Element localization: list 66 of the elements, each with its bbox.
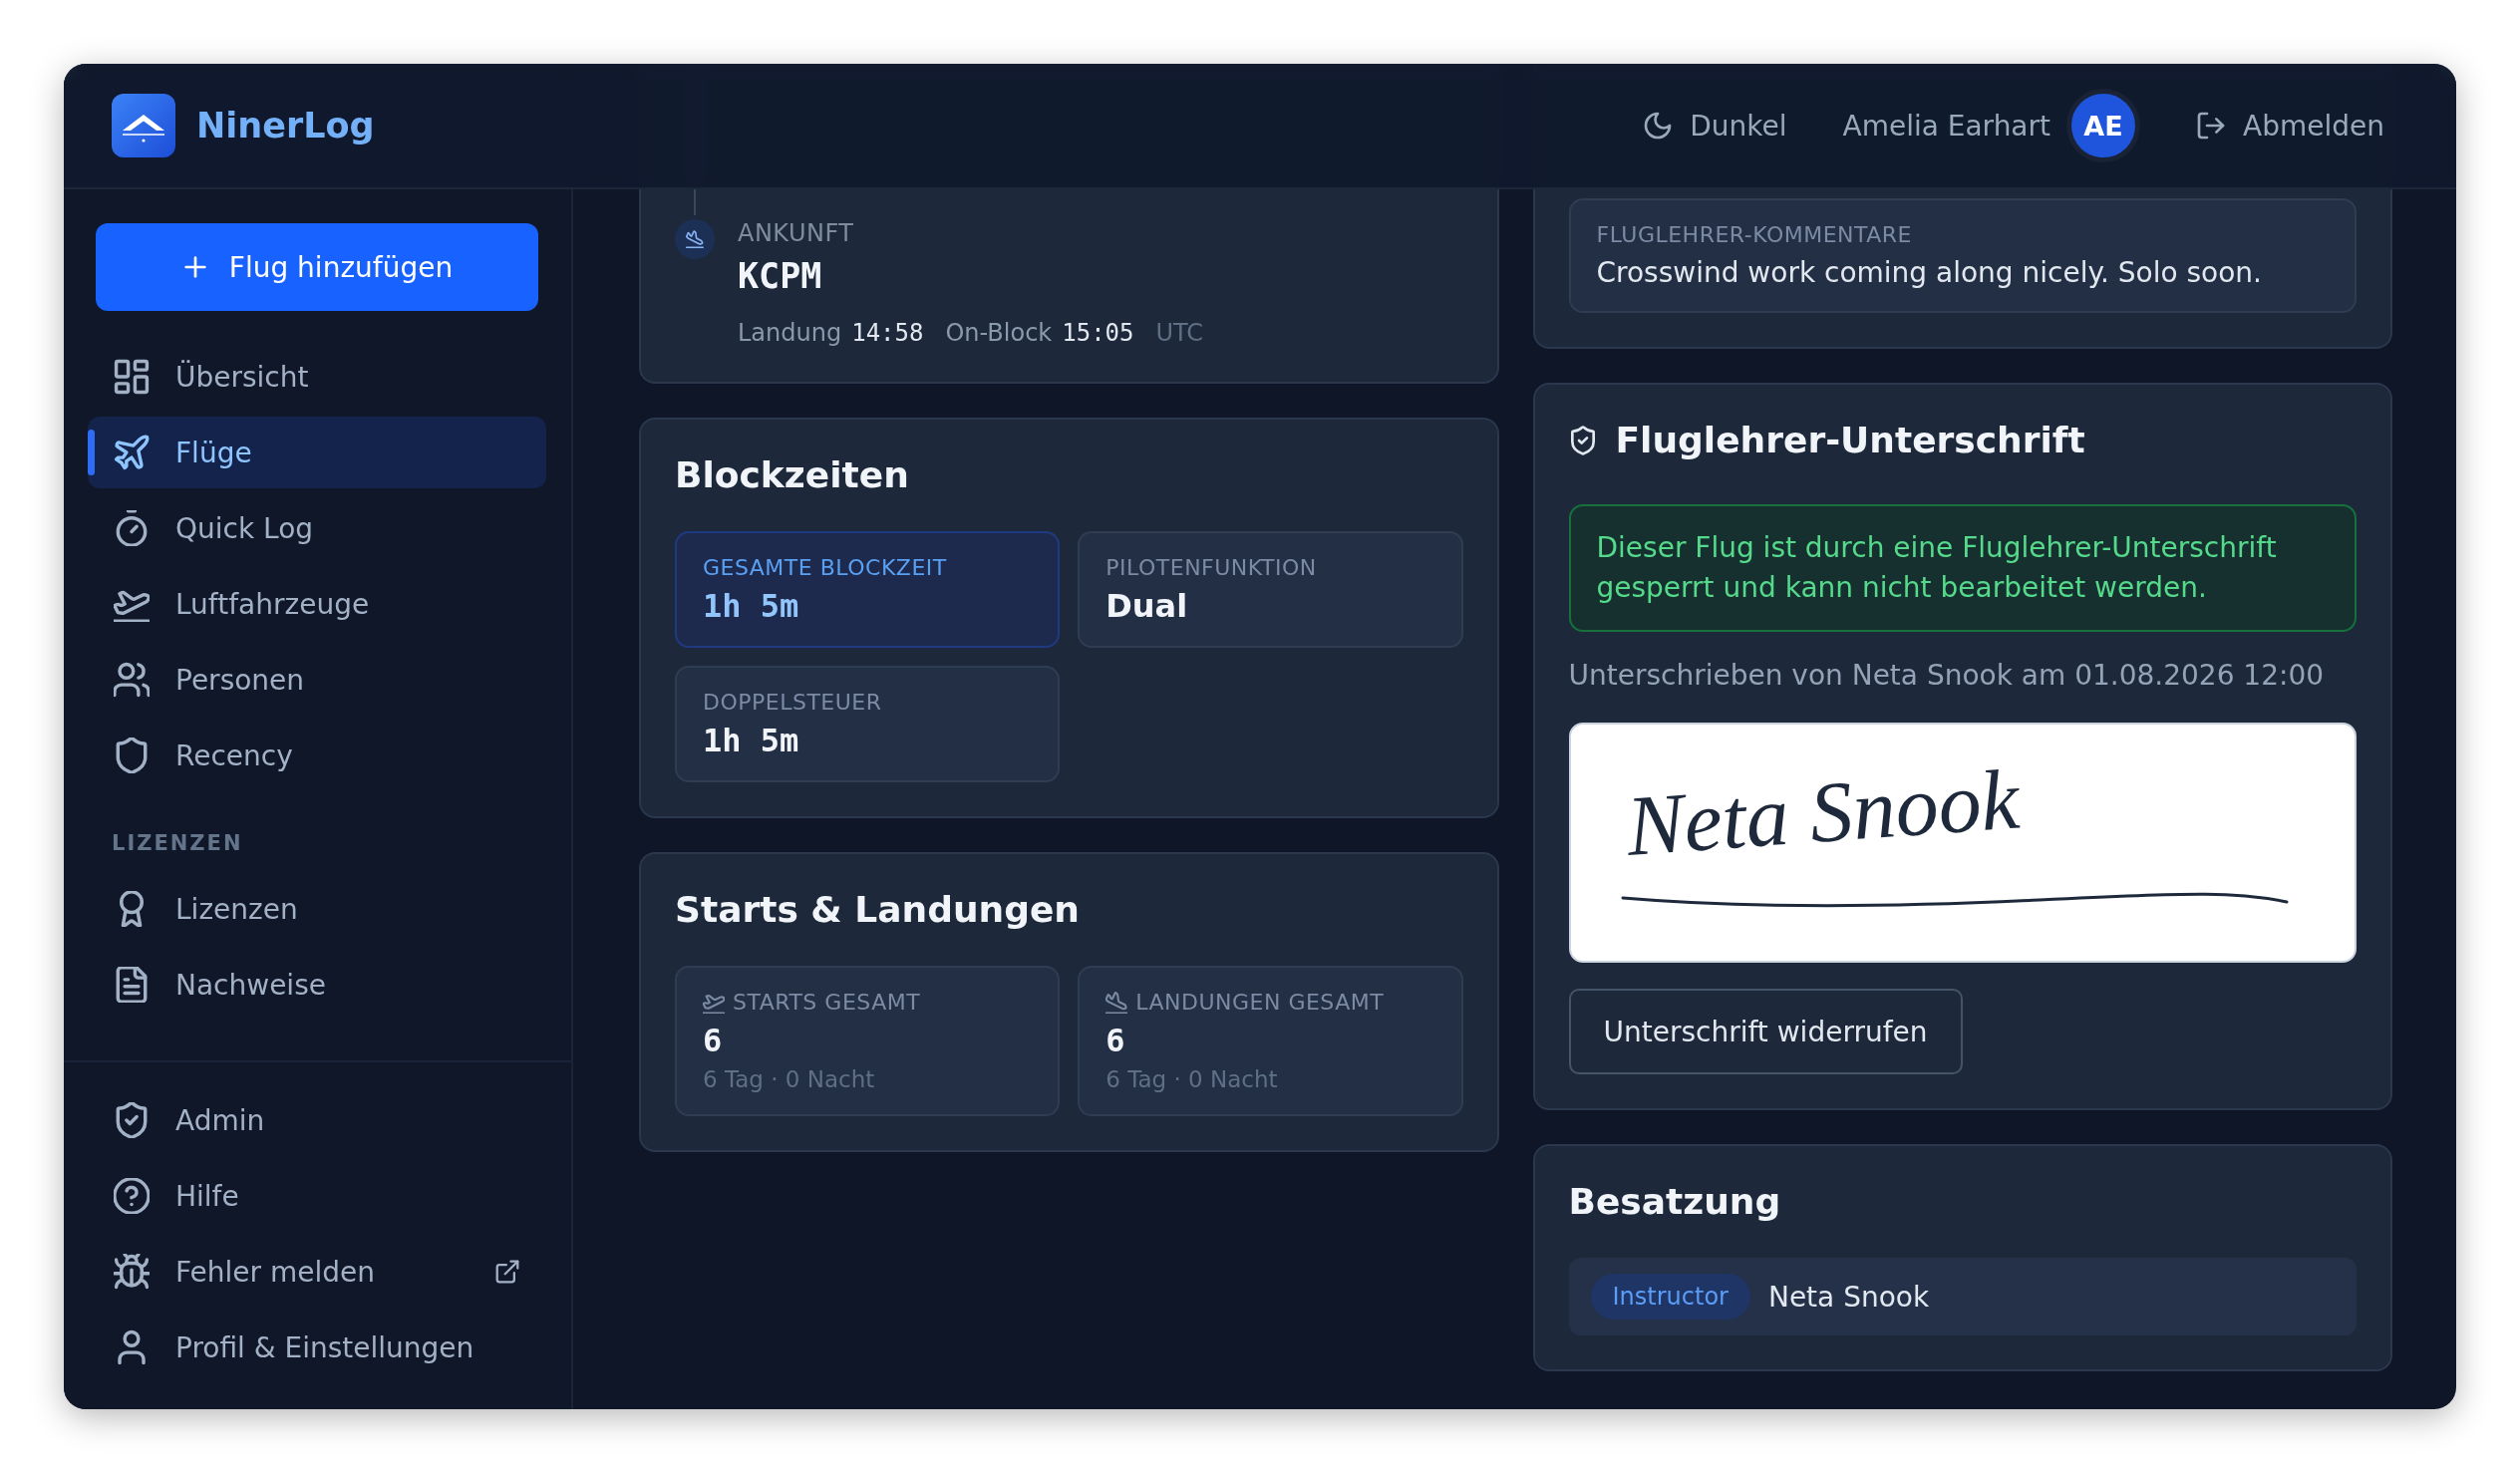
stat-label: STARTS GESAMT <box>733 989 921 1017</box>
nav-item[interactable]: Flüge <box>88 417 546 488</box>
nav-item[interactable]: Hilfe <box>88 1160 546 1232</box>
moon-icon <box>1644 112 1673 140</box>
airport-code: KCPM <box>738 255 823 298</box>
nav-item[interactable]: Recency <box>88 720 546 791</box>
stat-value: Dual <box>1105 586 1189 626</box>
stat-label: GESAMTE BLOCKZEIT <box>703 554 948 582</box>
card-title: Besatzung <box>1568 1180 1782 1223</box>
stat-label: PILOTENFUNKTION <box>1105 554 1318 582</box>
user-avatar[interactable]: AE <box>2066 89 2141 162</box>
stat-label: DOPPELSTEUER <box>703 689 883 717</box>
remarks-label: FLUGLEHRER-KOMMENTARE <box>1596 221 1913 249</box>
lock-notice: Dieser Flug ist durch eine Fluglehrer-Unterschrift gesperrt und kann nicht bearbeitet werden. <box>1568 504 2357 632</box>
add-flight-button[interactable]: Flug hinzufügen <box>96 223 538 311</box>
time-label: Landung <box>738 318 842 348</box>
role-badge: Instructor <box>1590 1274 1750 1320</box>
remarks-text: Crosswind work coming along nicely. Solo soon. <box>1596 255 2263 291</box>
stopwatch-icon <box>114 510 150 546</box>
people-icon <box>114 662 150 698</box>
stat-label: LANDUNGEN GESAMT <box>1135 989 1385 1017</box>
stat-detail: 6 Tag · 0 Nacht <box>1105 1065 1279 1094</box>
user-name: Amelia Earhart <box>1842 109 2051 143</box>
stat-value: 6 <box>703 1021 724 1060</box>
section-label: LIZENZEN <box>112 830 243 856</box>
logout-button[interactable]: Abmelden <box>2197 109 2384 143</box>
card-title: Blockzeiten <box>675 453 910 496</box>
document-icon <box>114 967 150 1003</box>
active-indicator <box>88 430 95 475</box>
help-icon <box>114 1178 150 1214</box>
card-title: Starts & Landungen <box>675 888 1081 931</box>
signed-by-text: Unterschrieben von Neta Snook am 01.08.2026 12:00 <box>1568 658 2326 694</box>
nav-item[interactable]: Fehler melden <box>88 1236 546 1308</box>
stat-detail: 6 Tag · 0 Nacht <box>703 1065 876 1094</box>
nav-item[interactable]: Admin <box>88 1084 546 1156</box>
nav-item[interactable]: Quick Log <box>88 492 546 564</box>
stat-value: 1h 5m <box>703 586 800 626</box>
plane-icon <box>114 435 150 470</box>
time-value: 14:58 <box>851 318 924 348</box>
time-label: On-Block <box>945 318 1053 348</box>
nav-item[interactable]: Profil & Einstellungen <box>88 1312 546 1383</box>
nav-item[interactable]: Nachweise <box>88 949 546 1021</box>
app-name: NinerLog <box>196 106 375 146</box>
nav-item[interactable]: Lizenzen <box>88 873 546 945</box>
card-title: Fluglehrer-Unterschrift <box>1615 419 2085 461</box>
dashboard-icon <box>114 359 150 395</box>
crew-name: Neta Snook <box>1767 1280 1930 1314</box>
landing-icon <box>1105 991 1128 1014</box>
revoke-signature-button[interactable]: Unterschrift widerrufen <box>1568 989 1963 1074</box>
time-value: 15:05 <box>1062 318 1134 348</box>
landing-icon <box>675 219 715 259</box>
shield-check-icon <box>114 1102 150 1138</box>
stat-value: 1h 5m <box>703 721 800 760</box>
bug-icon <box>114 1254 150 1290</box>
timezone-label: UTC <box>1155 318 1204 348</box>
shield-check-icon <box>1568 425 1597 455</box>
nav-item[interactable]: Übersicht <box>88 341 546 413</box>
stop-label: ANKUNFT <box>738 219 855 248</box>
nav-item[interactable]: Personen <box>88 644 546 716</box>
shield-icon <box>114 737 150 773</box>
stat-value: 6 <box>1105 1021 1126 1060</box>
theme-toggle-button[interactable]: Dunkel <box>1644 109 1787 143</box>
logout-icon <box>2197 112 2226 140</box>
logo-icon <box>112 94 175 157</box>
nav-item[interactable]: Luftfahrzeuge <box>88 568 546 640</box>
signature-text: Neta Snook <box>1623 749 2023 876</box>
